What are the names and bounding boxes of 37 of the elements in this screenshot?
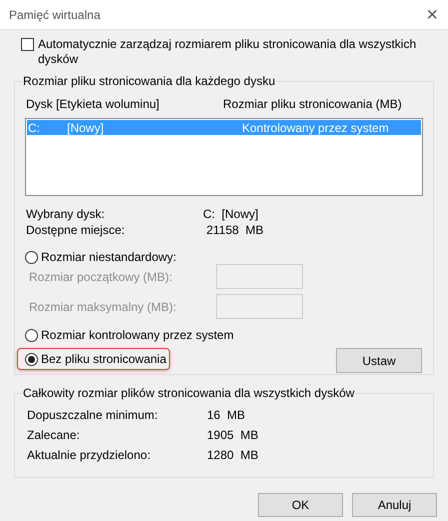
table-cell-text: Kontrolowany przez system	[242, 120, 389, 136]
radio-label[interactable]: Rozmiar niestandardowy:	[41, 248, 176, 266]
total-value: 16 MB	[207, 407, 246, 424]
input-field[interactable]	[216, 294, 303, 319]
info-label: Dostępne miejsce:	[26, 222, 126, 238]
total-value: 1280 MB	[207, 447, 258, 464]
field-label: Rozmiar maksymalny (MB):	[28, 298, 178, 316]
checkbox-label[interactable]: Automatycznie zarządzaj rozmiarem pliku stronicowania dla wszystkich dysków	[38, 37, 418, 67]
column-header: Rozmiar pliku stronicowania (MB)	[223, 96, 402, 113]
table-cell-text: [Nowy]	[67, 120, 105, 136]
cancel-button[interactable]: Anuluj	[352, 493, 437, 517]
radio-option[interactable]: Bez pliku stronicowania	[17, 348, 170, 370]
total-label: Aktualnie przydzielono:	[27, 447, 152, 464]
ok-button[interactable]: OK	[258, 493, 343, 517]
group-title: Rozmiar pliku stronicowania dla każdego dysku	[22, 74, 276, 88]
group-title: Całkowity rozmiar plików stronicowania dla wszystkich dysków	[22, 386, 356, 400]
radio-button[interactable]	[25, 250, 38, 264]
window-title: Pamięć wirtualna	[9, 6, 100, 24]
info-label: Wybrany dysk:	[26, 206, 106, 222]
close-button[interactable]: ×	[426, 4, 438, 24]
column-header: Dysk [Etykieta woluminu]	[26, 96, 160, 113]
total-label: Zalecane:	[27, 427, 81, 444]
table-cell-text: C:	[27, 120, 41, 136]
radio-button[interactable]	[25, 328, 38, 342]
info-value: C: [Nowy]	[203, 206, 258, 222]
checkbox[interactable]	[21, 38, 34, 51]
total-label: Dopuszczalne minimum:	[27, 407, 159, 424]
radio-button[interactable]	[25, 352, 38, 366]
radio-option[interactable]: Rozmiar kontrolowany przez system	[17, 324, 238, 346]
radio-option[interactable]: Rozmiar niestandardowy:	[17, 246, 180, 268]
field-label: Rozmiar początkowy (MB):	[28, 268, 174, 286]
radio-label[interactable]: Bez pliku stronicowania	[41, 350, 166, 368]
total-value: 1905 MB	[207, 427, 258, 444]
info-value: 21158 MB	[205, 222, 264, 238]
radio-label[interactable]: Rozmiar kontrolowany przez system	[41, 326, 234, 344]
input-field[interactable]	[216, 264, 303, 289]
set-button[interactable]: Ustaw	[336, 348, 422, 373]
